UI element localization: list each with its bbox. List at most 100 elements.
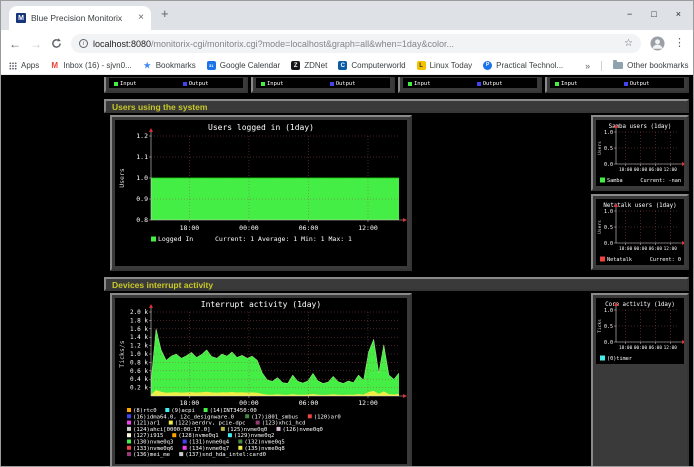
svg-text:Samba users (1day): Samba users (1day) bbox=[609, 124, 672, 130]
interrupts-side-column: Core activity (1day)Ticks0.00.51.018:000… bbox=[591, 293, 689, 466]
bookmarks-overflow-icon[interactable]: » bbox=[585, 61, 590, 71]
core-activity-graph[interactable]: Core activity (1day)Ticks0.00.51.018:000… bbox=[596, 298, 684, 364]
users-logged-in-panel: Users logged in (1day)Users0.80.91.01.11… bbox=[110, 115, 412, 271]
svg-text:0.5: 0.5 bbox=[604, 225, 613, 231]
bookmark-item[interactable]: MInbox (16) - sjvn0... bbox=[50, 61, 131, 70]
svg-text:Interrupt activity (1day): Interrupt activity (1day) bbox=[201, 300, 321, 309]
legend-label: (125)nvme0q0 bbox=[227, 427, 267, 433]
maximize-button[interactable]: □ bbox=[651, 9, 656, 19]
cutoff-graph-image: InputOutput bbox=[550, 78, 684, 88]
bookmark-item[interactable]: L Linux Today bbox=[417, 61, 473, 70]
legend-label: (130)nvme0q3 bbox=[133, 440, 173, 446]
svg-text:Users: Users bbox=[597, 220, 603, 234]
legend-label: (14)INT3450:00 bbox=[210, 408, 257, 414]
svg-text:1.6 k: 1.6 k bbox=[130, 326, 148, 333]
linux-today-icon: L bbox=[417, 61, 426, 70]
bookmark-label: Linux Today bbox=[430, 61, 473, 70]
legend-swatch bbox=[228, 433, 232, 437]
close-window-button[interactable]: × bbox=[676, 9, 681, 19]
legend-label: (122)aerdrv, pcie-dpc bbox=[175, 421, 246, 427]
page-info-icon[interactable]: i bbox=[79, 39, 88, 48]
address-bar[interactable]: i localhost:8080/monitorix-cgi/monitorix… bbox=[71, 34, 641, 53]
legend-label: (132)nvme0q5 bbox=[244, 440, 284, 446]
bookmark-item[interactable]: ★Bookmarks bbox=[143, 61, 196, 70]
svg-text:0.8 k: 0.8 k bbox=[130, 359, 148, 366]
svg-text:1.8 k: 1.8 k bbox=[130, 317, 148, 324]
legend-label: (127)i915 bbox=[133, 433, 163, 439]
svg-text:Users: Users bbox=[118, 168, 126, 188]
bookmark-item[interactable]: PPractical Technol... bbox=[483, 61, 563, 70]
apps-shortcut[interactable]: Apps bbox=[9, 61, 39, 70]
svg-text:1.0: 1.0 bbox=[604, 308, 613, 314]
tab-close-icon[interactable]: × bbox=[138, 13, 144, 23]
bookmark-item[interactable]: CComputerworld bbox=[338, 61, 405, 70]
svg-text:18:00: 18:00 bbox=[619, 246, 633, 252]
legend-swatch bbox=[204, 408, 208, 412]
bookmarks-bar: Apps MInbox (16) - sjvn0... ★Bookmarks 31G… bbox=[1, 57, 693, 75]
interrupts-section-body: Interrupt activity (1day)Ticks/s0.2 k0.4… bbox=[104, 293, 689, 466]
output-legend-swatch bbox=[183, 82, 187, 86]
legend-label: (126)nvme0q0 bbox=[283, 427, 323, 433]
other-bookmarks-button[interactable]: Other bookmarks bbox=[613, 61, 688, 70]
forward-button[interactable]: → bbox=[30, 38, 42, 50]
legend-label: (123)xhci_hcd bbox=[262, 421, 306, 427]
svg-text:Ticks: Ticks bbox=[597, 319, 603, 333]
legend-swatch bbox=[183, 446, 187, 450]
svg-text:00:00: 00:00 bbox=[239, 399, 259, 407]
users-logged-in-graph[interactable]: Users logged in (1day)Users0.80.91.01.11… bbox=[115, 120, 407, 266]
folder-icon bbox=[613, 62, 623, 69]
bookmark-label: Practical Technol... bbox=[496, 61, 563, 70]
profile-avatar-icon[interactable] bbox=[650, 36, 665, 51]
reload-icon[interactable] bbox=[51, 38, 62, 49]
svg-text:1.1: 1.1 bbox=[136, 153, 148, 161]
svg-text:12:00: 12:00 bbox=[664, 246, 678, 252]
url-path: /monitorix-cgi/monitorix.cgi?mode=localh… bbox=[151, 39, 454, 49]
svg-text:1.0 k: 1.0 k bbox=[130, 351, 148, 358]
svg-text:Current: 1 Average: 1 Mi: Current: 1 Average: 1 Min: 1 Max: 1 bbox=[215, 235, 352, 243]
previous-graphs-cutoff-row: InputOutputInputOutputInputOutputInputOu… bbox=[104, 77, 689, 93]
legend-label: (0)timer bbox=[607, 356, 632, 362]
svg-text:06:00: 06:00 bbox=[299, 399, 319, 407]
svg-text:Current: -nan: Current: -nan bbox=[640, 178, 681, 184]
svg-text:1.2 k: 1.2 k bbox=[130, 343, 148, 350]
minimize-button[interactable]: − bbox=[627, 9, 632, 19]
bookmark-star-icon: ★ bbox=[143, 61, 152, 70]
browser-menu-icon[interactable]: ⋮ bbox=[674, 38, 685, 49]
samba-users-graph[interactable]: Samba users (1day)Users0.00.51.018:0000:… bbox=[596, 120, 684, 186]
svg-text:0.5: 0.5 bbox=[604, 146, 613, 152]
output-legend: Output bbox=[330, 81, 356, 87]
legend-swatch bbox=[127, 433, 131, 437]
url-text[interactable]: localhost:8080/monitorix-cgi/monitorix.c… bbox=[93, 39, 619, 49]
netatalk-users-graph[interactable]: Netatalk users (1day)Users0.00.51.018:00… bbox=[596, 199, 684, 265]
browser-window: M Blue Precision Monitorix × + − □ × ← →… bbox=[0, 0, 694, 467]
browser-tab[interactable]: M Blue Precision Monitorix × bbox=[9, 6, 151, 30]
svg-text:12:00: 12:00 bbox=[358, 399, 378, 407]
svg-text:0.0: 0.0 bbox=[604, 241, 613, 247]
interrupt-activity-graph[interactable]: Interrupt activity (1day)Ticks/s0.2 k0.4… bbox=[115, 298, 407, 464]
legend-label: (120)ar0 bbox=[314, 414, 341, 420]
legend-label: (128)nvme0q1 bbox=[178, 433, 218, 439]
apps-grid-icon bbox=[9, 62, 17, 70]
svg-text:Users logged in (1day): Users logged in (1day) bbox=[208, 123, 314, 132]
cutoff-graph-panel: InputOutput bbox=[545, 77, 689, 93]
back-button[interactable]: ← bbox=[9, 38, 21, 50]
svg-text:Ticks/s: Ticks/s bbox=[118, 340, 126, 367]
cutoff-graph-panel: InputOutput bbox=[104, 77, 248, 93]
bookmark-star-icon[interactable]: ☆ bbox=[624, 39, 633, 49]
svg-text:1.0: 1.0 bbox=[604, 130, 613, 136]
input-legend: Input bbox=[555, 81, 578, 87]
bookmark-item[interactable]: 31Google Calendar bbox=[207, 61, 280, 70]
legend-swatch bbox=[277, 427, 281, 431]
legend-swatch bbox=[600, 356, 605, 361]
new-tab-button[interactable]: + bbox=[161, 7, 169, 20]
bookmark-item[interactable]: ZZDNet bbox=[291, 61, 327, 70]
users-section-body: Users logged in (1day)Users0.80.91.01.11… bbox=[104, 115, 689, 271]
legend-label: (135)nvme0q8 bbox=[244, 446, 285, 452]
svg-text:18:00: 18:00 bbox=[619, 167, 633, 173]
svg-text:00:00: 00:00 bbox=[634, 167, 648, 173]
interrupts-section-header: Devices interrupt activity bbox=[104, 277, 689, 291]
svg-text:1.4 k: 1.4 k bbox=[130, 334, 148, 341]
input-legend-swatch bbox=[555, 82, 559, 86]
legend-swatch bbox=[172, 433, 176, 437]
other-bookmarks-label: Other bookmarks bbox=[627, 61, 688, 70]
